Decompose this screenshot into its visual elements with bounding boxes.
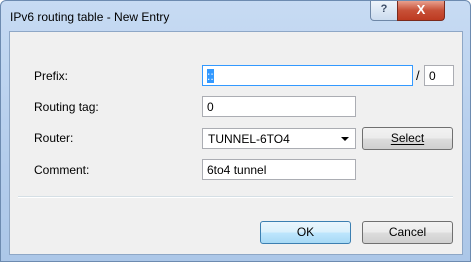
window-title: IPv6 routing table - New Entry [10,10,170,24]
ok-button[interactable]: OK [260,221,351,244]
help-icon: ? [380,3,388,15]
cancel-button[interactable]: Cancel [362,221,453,244]
router-value: TUNNEL-6TO4 [208,132,290,146]
router-label: Router: [34,131,74,145]
comment-input[interactable]: 6to4 tunnel [202,159,356,180]
prefix-input[interactable]: :: [202,65,413,86]
routing-tag-label: Routing tag: [34,100,99,114]
router-combobox[interactable]: TUNNEL-6TO4 [202,128,356,149]
help-button[interactable]: ? [370,1,398,21]
prefix-slash: / [416,68,420,83]
title-bar[interactable]: IPv6 routing table - New Entry ? X [1,1,470,31]
separator [18,196,453,198]
close-button[interactable]: X [397,1,445,21]
close-icon: X [416,2,426,17]
prefix-length-input[interactable]: 0 [424,65,454,86]
prefix-label: Prefix: [34,69,69,83]
dialog-window: IPv6 routing table - New Entry ? X Prefi… [0,0,471,262]
chevron-down-icon[interactable] [341,137,349,141]
select-button-label: Select [390,131,425,145]
comment-label: Comment: [34,163,90,177]
prefix-value: :: [207,69,214,83]
select-router-button[interactable]: Select [362,127,453,150]
dialog-body: Prefix: :: / 0 Routing tag: 0 Router: TU… [9,31,463,255]
routing-tag-input[interactable]: 0 [202,96,356,117]
